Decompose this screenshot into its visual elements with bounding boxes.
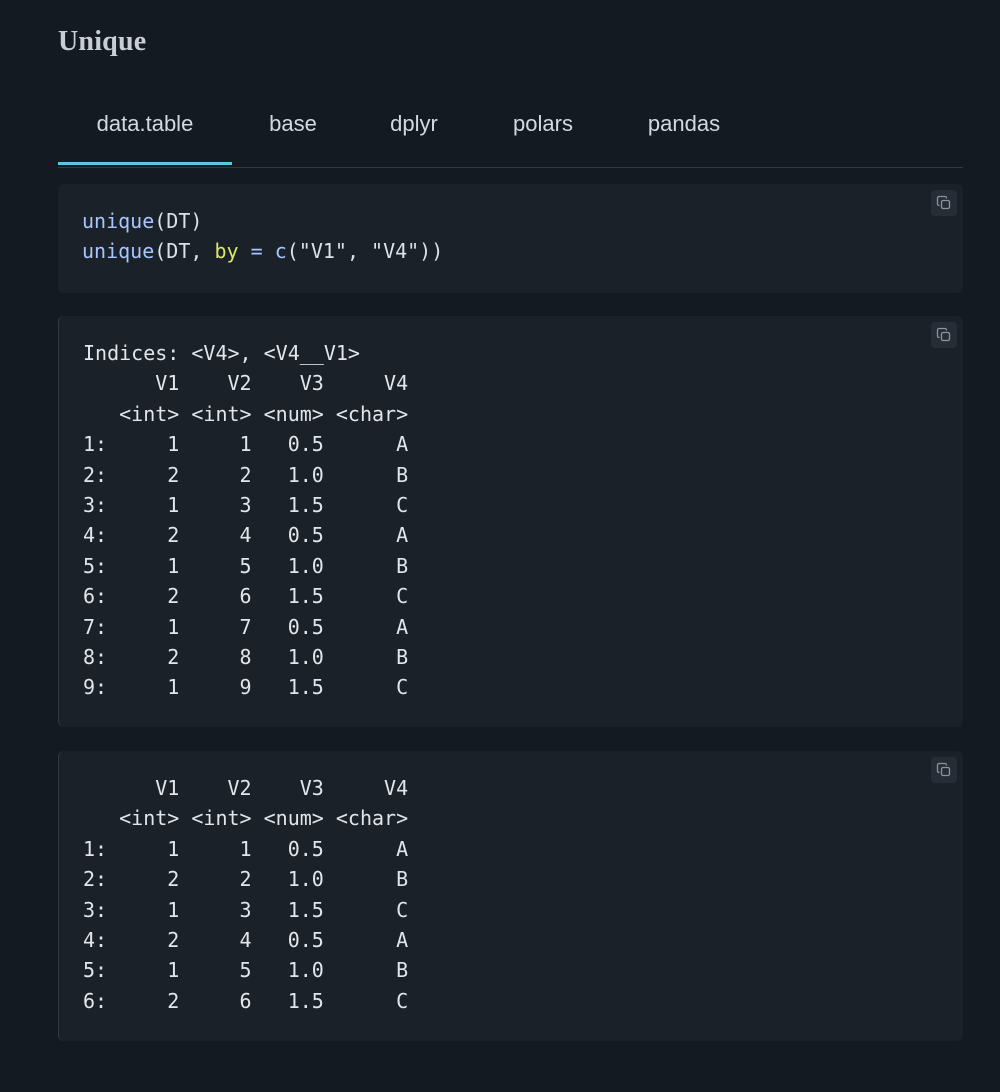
code-operator: = (238, 239, 275, 264)
output-text: V1 V2 V3 V4 <int> <int> <num> <char> 1: … (83, 776, 409, 1013)
code-argument: by (214, 239, 239, 264)
code-text: (DT, (154, 239, 215, 264)
code-function: unique (82, 239, 155, 264)
code-function: c (274, 239, 287, 264)
code-block: unique(DT) unique(DT, by = c("V1", "V4")… (58, 184, 963, 293)
output-text: Indices: <V4>, <V4__V1> V1 V2 V3 V4 <int… (83, 341, 409, 700)
tab-data-table[interactable]: data.table (58, 98, 232, 165)
copy-output-button[interactable] (931, 757, 957, 783)
code-function: unique (82, 209, 155, 233)
output-block: Indices: <V4>, <V4__V1> V1 V2 V3 V4 <int… (58, 316, 963, 727)
tab-bar: data.table base dplyr polars pandas (58, 98, 963, 168)
code-source: unique(DT) unique(DT, by = c("V1", "V4")… (82, 206, 443, 267)
tab-base[interactable]: base (254, 98, 332, 165)
copy-icon (936, 327, 951, 342)
page-title: Unique (58, 26, 147, 57)
copy-output-button[interactable] (931, 322, 957, 348)
output-block: V1 V2 V3 V4 <int> <int> <num> <char> 1: … (58, 751, 963, 1041)
copy-code-button[interactable] (931, 190, 957, 216)
copy-icon (936, 762, 951, 777)
tab-polars[interactable]: polars (498, 98, 588, 165)
copy-icon (936, 195, 951, 210)
tab-pandas[interactable]: pandas (632, 98, 736, 165)
code-text: (DT) (154, 209, 203, 233)
code-text: ("V1", "V4")) (286, 239, 444, 264)
tab-dplyr[interactable]: dplyr (376, 98, 452, 165)
